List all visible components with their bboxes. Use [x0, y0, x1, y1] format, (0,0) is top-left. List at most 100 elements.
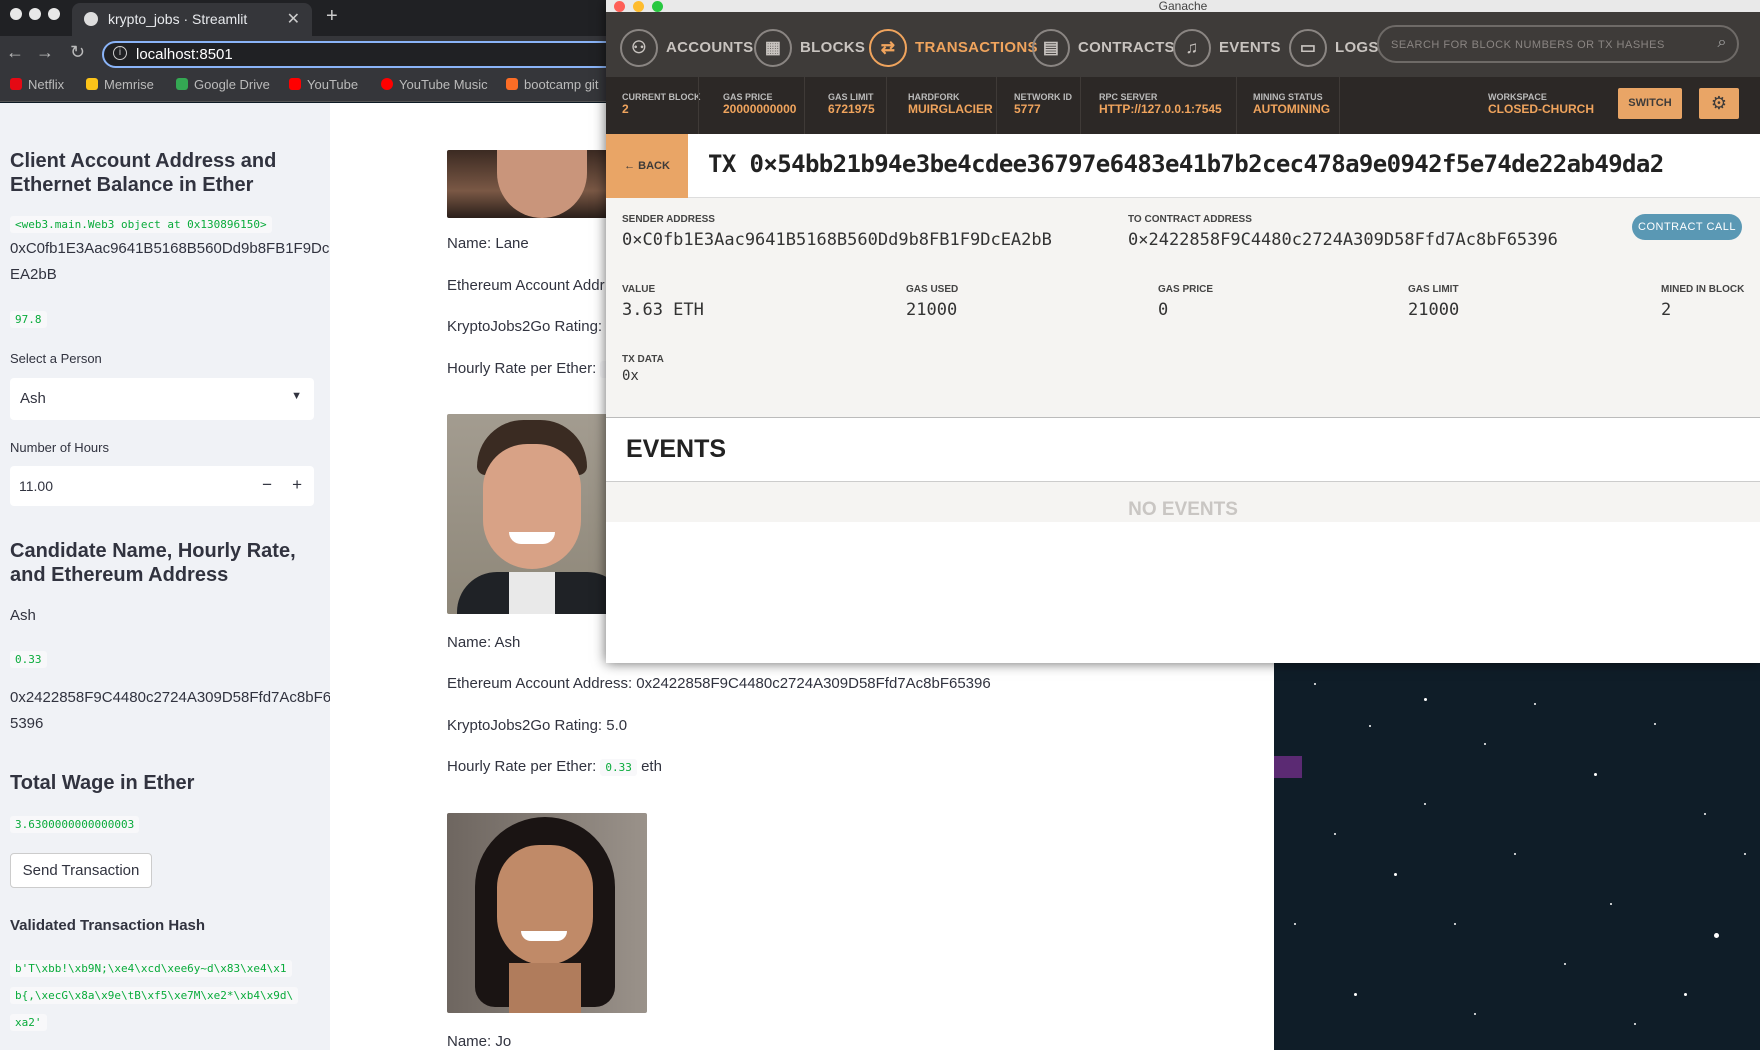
minus-icon[interactable]: − — [262, 475, 272, 495]
candidate-address-line2: 5396 — [10, 715, 44, 732]
tx-header: ← BACK TX 0×54bb21b94e3be4cdee36797e6483… — [606, 134, 1760, 198]
gas-used-label: GAS USED — [906, 284, 959, 295]
sender-address: 0×C0fb1E3Aac9641B5168B560Dd9b8FB1F9DcEA2… — [622, 230, 1052, 250]
client-address-line1: 0xC0fb1E3Aac9641B5168B560Dd9b8FB1F9Dc — [10, 240, 330, 257]
workspace: CLOSED-CHURCH — [1488, 102, 1594, 116]
tx-data-label: TX DATA — [622, 354, 664, 365]
tx-data: 0x — [622, 368, 639, 384]
tx-gas-price: 0 — [1158, 300, 1169, 320]
contract-call-badge: CONTRACT CALL — [1632, 214, 1742, 240]
close-window-icon[interactable] — [614, 1, 625, 12]
zoom-window-icon[interactable] — [652, 1, 663, 12]
lane-rating: KryptoJobs2Go Rating: 4 — [447, 318, 615, 335]
search-icon[interactable]: ⌕ — [1718, 34, 1727, 52]
candidate-rate: 0.33 — [10, 651, 47, 668]
lane-name: Name: Lane — [447, 235, 529, 252]
hash-line2: b{,\xecG\x8a\x9e\tB\xf5\xe7M\xe2*\xb4\x9… — [10, 987, 299, 1004]
mining-status: AUTOMINING — [1253, 102, 1331, 116]
minimize-window-icon[interactable] — [29, 8, 41, 20]
value: 3.63 ETH — [622, 300, 704, 320]
close-window-icon[interactable] — [10, 8, 22, 20]
ganache-nav: ⚇ ACCOUNTS ▦ BLOCKS ⇄ TRANSACTIONS ▤ CONTRAC… — [606, 12, 1760, 77]
nav-logs[interactable]: ▭ LOGS — [1289, 29, 1379, 67]
streamlit-sidebar: Client Account Address and Ethernet Bala… — [0, 103, 332, 1050]
zoom-window-icon[interactable] — [48, 8, 60, 20]
nav-accounts[interactable]: ⚇ ACCOUNTS — [620, 29, 753, 67]
ash-address: Ethereum Account Address: 0x2422858F9C44… — [447, 675, 991, 692]
candidate-address-line1: 0x2422858F9C4480c2724A309D58Ffd7Ac8bF6 — [10, 689, 332, 706]
minimize-window-icon[interactable] — [633, 1, 644, 12]
lane-rate-label: Hourly Rate per Ether: — [447, 360, 597, 377]
rpc-server: HTTP://127.0.0.1:7545 — [1099, 102, 1222, 116]
gas-price: 20000000000 — [723, 102, 797, 116]
select-person-dropdown[interactable]: Ash ▼ — [10, 378, 314, 420]
no-events-message: NO EVENTS — [606, 482, 1760, 522]
ash-rating: KryptoJobs2Go Rating: 5.0 — [447, 717, 628, 734]
document-icon: ▤ — [1032, 29, 1070, 67]
tx-gas-limit: 21000 — [1408, 300, 1460, 320]
ash-rate-label: Hourly Rate per Ether: — [447, 758, 597, 775]
client-address-line2: EA2bB — [10, 266, 57, 283]
ganache-window: Ganache ⚇ ACCOUNTS ▦ BLOCKS ⇄ TRANSACTIONS … — [606, 0, 1760, 663]
bookmark-netflix[interactable]: Netflix — [10, 77, 64, 92]
web3-object-code: <web3.main.Web3 object at 0x130896150> — [10, 216, 272, 233]
bookmark-bootcamp-git[interactable]: bootcamp git — [506, 77, 598, 92]
reload-icon[interactable]: ↻ — [70, 42, 85, 63]
hardfork: MUIRGLACIER — [908, 102, 993, 116]
back-arrow-icon[interactable]: ← — [6, 42, 24, 63]
nav-contracts[interactable]: ▤ CONTRACTS — [1032, 29, 1175, 67]
hash-line1: b'T\xbb!\xb9N;\xe4\xcd\xee6y~d\x83\xe4\x… — [10, 960, 292, 977]
wage-value: 3.6300000000000003 — [10, 816, 140, 833]
tx-gas-price-label: GAS PRICE — [1158, 284, 1214, 295]
sender-label: SENDER ADDRESS — [622, 214, 715, 225]
current-block: 2 — [622, 102, 629, 116]
tx-hash-title: TX 0×54bb21b94e3be4cdee36797e6483e41b7b2… — [708, 150, 1664, 178]
hash-heading: Validated Transaction Hash — [10, 917, 206, 934]
plus-icon[interactable]: + — [292, 475, 302, 495]
desktop-background — [1274, 663, 1760, 1050]
lane-address: Ethereum Account Addr — [447, 277, 605, 294]
nav-transactions[interactable]: ⇄ TRANSACTIONS — [869, 29, 1038, 67]
search-input[interactable]: SEARCH FOR BLOCK NUMBERS OR TX HASHES ⌕ — [1377, 25, 1739, 63]
candidate-name: Ash — [10, 607, 36, 624]
gear-icon[interactable]: ⚙ — [1699, 88, 1739, 119]
value-label: VALUE — [622, 284, 656, 295]
forward-arrow-icon[interactable]: → — [36, 42, 54, 63]
bookmark-youtube-music[interactable]: YouTube Music — [381, 77, 488, 92]
candidate-heading: Candidate Name, Hourly Rate, and Ethereu… — [10, 540, 296, 586]
bookmark-memrise[interactable]: Memrise — [86, 77, 154, 92]
caret-down-icon: ▼ — [291, 390, 302, 402]
to-label: TO CONTRACT ADDRESS — [1128, 214, 1252, 225]
network-id: 5777 — [1014, 102, 1041, 116]
ganache-status-bar: CURRENT BLOCK 2 GAS PRICE 20000000000 GAS … — [606, 77, 1760, 134]
bookmark-youtube[interactable]: YouTube — [289, 77, 358, 92]
info-icon[interactable]: i — [113, 46, 127, 60]
grid-icon: ▦ — [754, 29, 792, 67]
browser-tab[interactable]: krypto_jobs · Streamlit ✕ — [72, 3, 312, 36]
bookmark-google-drive[interactable]: Google Drive — [176, 77, 270, 92]
ash-rate-value: 0.33 — [600, 759, 637, 776]
mined-block: 2 — [1661, 300, 1672, 320]
jo-photo — [447, 813, 647, 1013]
to-address: 0×2422858F9C4480c2724A309D58Ffd7Ac8bF653… — [1128, 230, 1558, 250]
hours-number-input[interactable]: 11.00 − + — [10, 466, 314, 506]
jo-name: Name: Jo — [447, 1033, 512, 1050]
gas-used: 21000 — [906, 300, 958, 320]
back-button[interactable]: ← BACK — [606, 134, 688, 198]
selected-person: Ash — [20, 390, 46, 407]
new-tab-icon[interactable]: + — [326, 5, 338, 28]
select-person-label: Select a Person — [10, 351, 102, 366]
terminal-icon: ▭ — [1289, 29, 1327, 67]
close-tab-icon[interactable]: ✕ — [287, 9, 300, 29]
ganache-titlebar: Ganache — [606, 0, 1760, 12]
address-bar[interactable]: i localhost:8501 — [102, 41, 622, 68]
nav-blocks[interactable]: ▦ BLOCKS — [754, 29, 865, 67]
balance-value: 97.8 — [10, 311, 47, 328]
nav-events[interactable]: ♫ EVENTS — [1173, 29, 1281, 67]
balance-heading: Client Account Address and Ethernet Bala… — [10, 150, 277, 196]
hash-line3: xa2' — [10, 1014, 47, 1031]
switch-button[interactable]: SWITCH — [1618, 88, 1682, 119]
events-title: EVENTS — [626, 435, 727, 463]
send-transaction-button[interactable]: Send Transaction — [10, 853, 152, 888]
hours-label: Number of Hours — [10, 440, 109, 455]
